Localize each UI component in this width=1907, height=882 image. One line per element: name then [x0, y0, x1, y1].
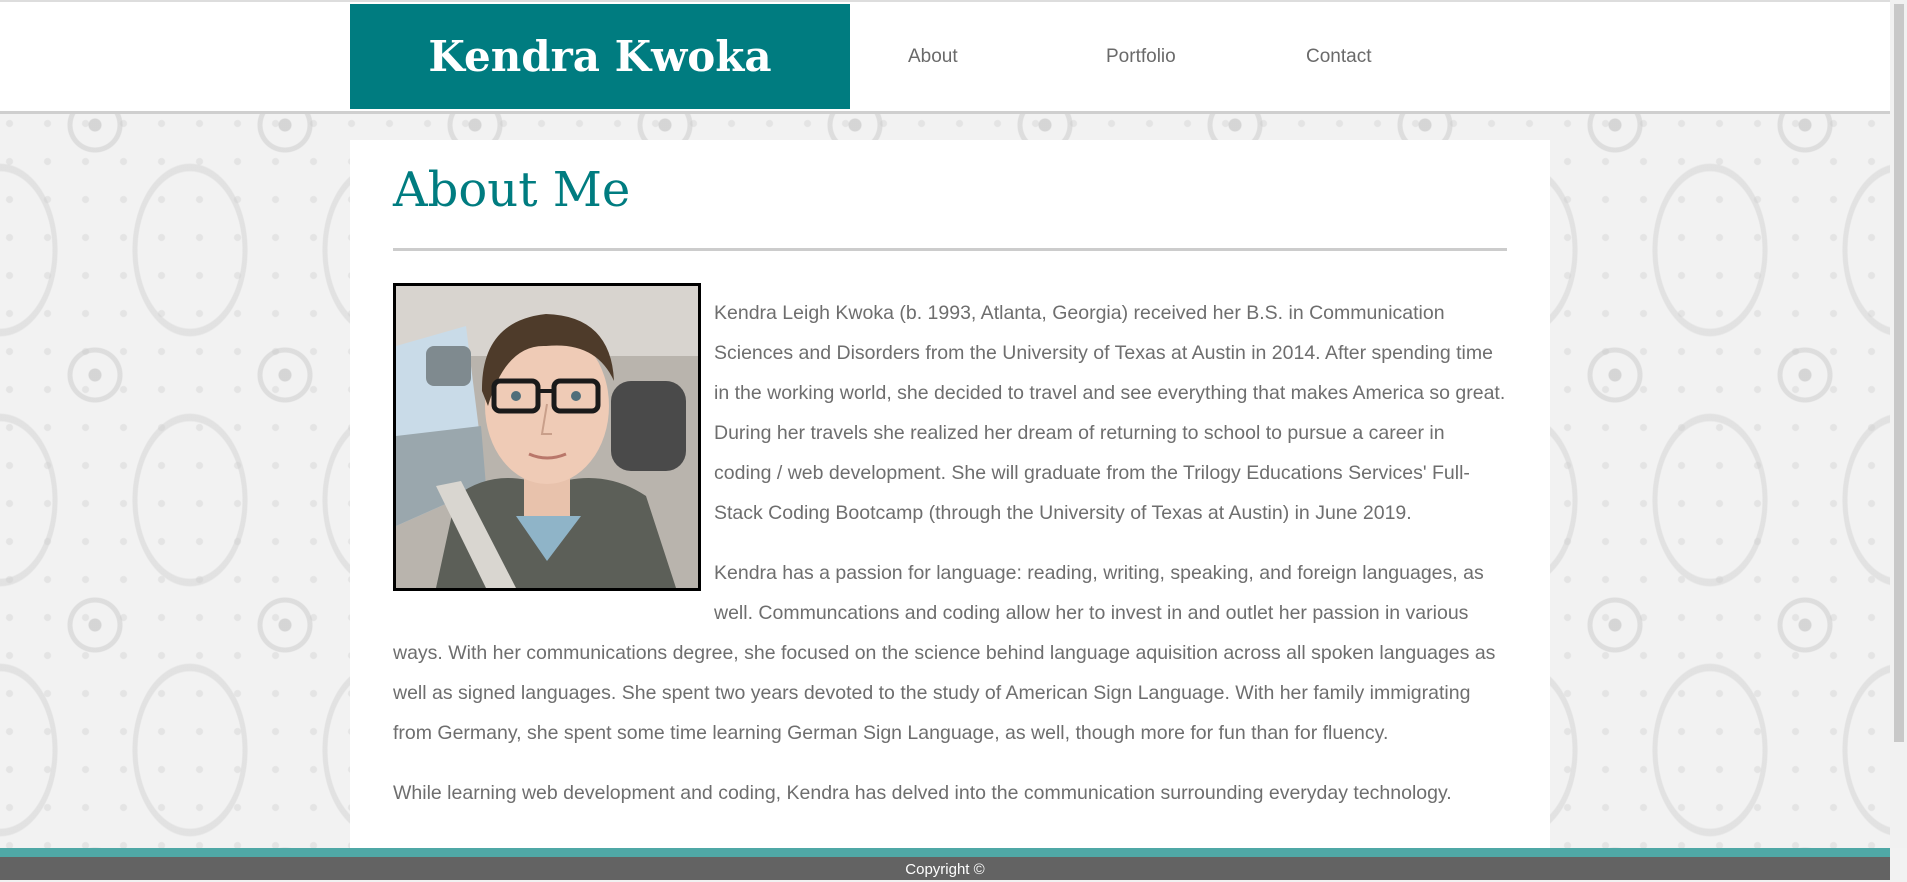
page-scrollbar[interactable] [1890, 0, 1907, 848]
copyright-text: Copyright © [905, 861, 985, 878]
page-title: About Me [393, 162, 631, 218]
profile-photo [393, 283, 701, 591]
brand-logo[interactable]: Kendra Kwoka [350, 4, 850, 109]
nav-contact[interactable]: Contact [1306, 46, 1371, 68]
about-text: Kendra Leigh Kwoka (b. 1993, Atlanta, Ge… [393, 283, 1507, 833]
footer-accent-stripe [0, 848, 1890, 857]
nav-about[interactable]: About [908, 46, 958, 68]
title-divider [393, 248, 1507, 251]
nav-portfolio[interactable]: Portfolio [1106, 46, 1176, 68]
site-header: Kendra Kwoka About Portfolio Contact [0, 0, 1890, 114]
bio-paragraph-3: While learning web development and codin… [393, 782, 1452, 804]
about-card: About Me Kendra Leigh Kwoka (b. 1993, At… [350, 140, 1550, 880]
site-footer: Copyright © [0, 857, 1890, 880]
scrollbar-thumb[interactable] [1894, 4, 1904, 742]
